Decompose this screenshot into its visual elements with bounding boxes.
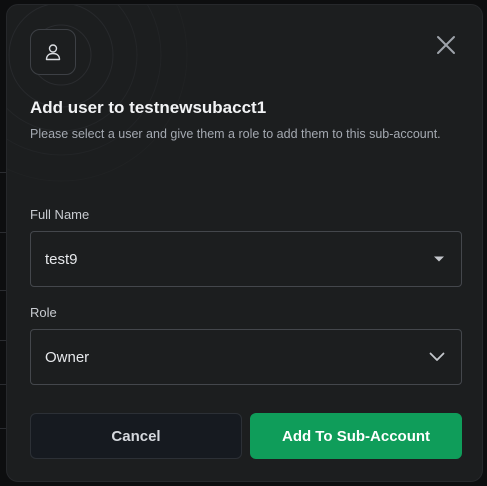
role-label: Role	[30, 305, 57, 320]
user-icon-badge	[30, 29, 76, 75]
role-select[interactable]: Owner	[30, 329, 462, 385]
cancel-button-label: Cancel	[111, 427, 161, 445]
add-user-dialog: Add user to testnewsubacct1 Please selec…	[6, 4, 483, 482]
close-icon	[437, 36, 455, 54]
full-name-value: test9	[45, 250, 78, 268]
close-button[interactable]	[431, 30, 461, 60]
add-to-sub-account-label: Add To Sub-Account	[281, 427, 431, 445]
cancel-button[interactable]: Cancel	[30, 413, 242, 459]
full-name-select[interactable]: test9	[30, 231, 462, 287]
role-value: Owner	[45, 348, 90, 366]
dialog-title: Add user to testnewsubacct1	[30, 98, 267, 117]
chevron-down-icon	[429, 352, 445, 361]
dialog-description: Please select a user and give them a rol…	[30, 127, 441, 141]
user-icon	[45, 44, 61, 61]
caret-down-icon	[434, 256, 444, 262]
add-to-sub-account-button[interactable]: Add To Sub-Account	[250, 413, 462, 459]
full-name-label: Full Name	[30, 207, 90, 222]
